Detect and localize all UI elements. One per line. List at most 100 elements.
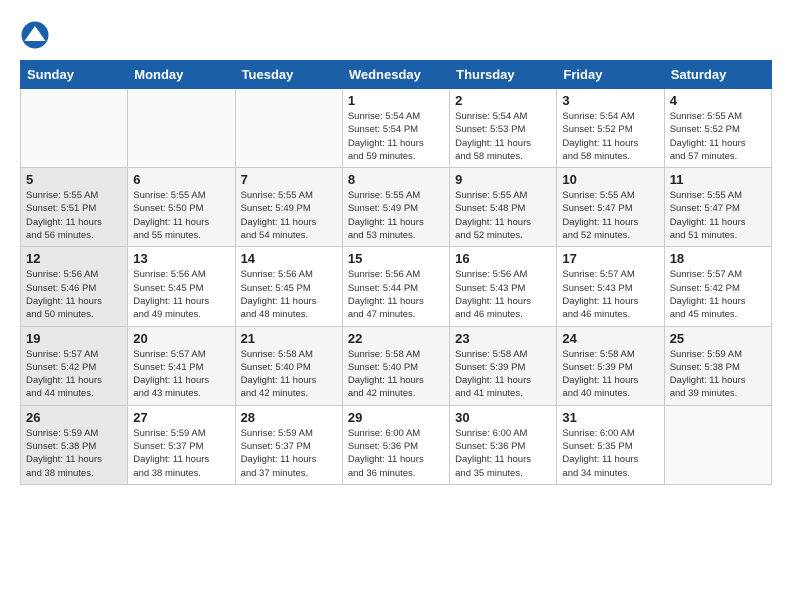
day-info: Sunrise: 5:54 AM Sunset: 5:54 PM Dayligh… — [348, 110, 444, 163]
day-info: Sunrise: 5:56 AM Sunset: 5:45 PM Dayligh… — [133, 268, 229, 321]
calendar-table: SundayMondayTuesdayWednesdayThursdayFrid… — [20, 60, 772, 485]
day-of-week-header: Sunday — [21, 61, 128, 89]
calendar-header-row: SundayMondayTuesdayWednesdayThursdayFrid… — [21, 61, 772, 89]
day-info: Sunrise: 5:55 AM Sunset: 5:50 PM Dayligh… — [133, 189, 229, 242]
day-number: 16 — [455, 251, 551, 266]
calendar-day-cell: 2 Sunrise: 5:54 AM Sunset: 5:53 PM Daylig… — [450, 89, 557, 168]
calendar-day-cell: 23 Sunrise: 5:58 AM Sunset: 5:39 PM Dayli… — [450, 326, 557, 405]
day-number: 24 — [562, 331, 658, 346]
day-number: 5 — [26, 172, 122, 187]
day-info: Sunrise: 5:54 AM Sunset: 5:52 PM Dayligh… — [562, 110, 658, 163]
day-number: 6 — [133, 172, 229, 187]
day-number: 4 — [670, 93, 766, 108]
calendar-day-cell: 1 Sunrise: 5:54 AM Sunset: 5:54 PM Daylig… — [342, 89, 449, 168]
day-info: Sunrise: 5:55 AM Sunset: 5:52 PM Dayligh… — [670, 110, 766, 163]
day-info: Sunrise: 5:58 AM Sunset: 5:40 PM Dayligh… — [241, 348, 337, 401]
calendar-day-cell: 17 Sunrise: 5:57 AM Sunset: 5:43 PM Dayli… — [557, 247, 664, 326]
calendar-day-cell: 24 Sunrise: 5:58 AM Sunset: 5:39 PM Dayli… — [557, 326, 664, 405]
day-info: Sunrise: 5:58 AM Sunset: 5:40 PM Dayligh… — [348, 348, 444, 401]
calendar-day-cell: 7 Sunrise: 5:55 AM Sunset: 5:49 PM Daylig… — [235, 168, 342, 247]
calendar-day-cell: 31 Sunrise: 6:00 AM Sunset: 5:35 PM Dayli… — [557, 405, 664, 484]
day-of-week-header: Friday — [557, 61, 664, 89]
day-info: Sunrise: 6:00 AM Sunset: 5:35 PM Dayligh… — [562, 427, 658, 480]
calendar-day-cell: 19 Sunrise: 5:57 AM Sunset: 5:42 PM Dayli… — [21, 326, 128, 405]
day-info: Sunrise: 5:58 AM Sunset: 5:39 PM Dayligh… — [455, 348, 551, 401]
day-info: Sunrise: 5:55 AM Sunset: 5:49 PM Dayligh… — [348, 189, 444, 242]
calendar-day-cell: 12 Sunrise: 5:56 AM Sunset: 5:46 PM Dayli… — [21, 247, 128, 326]
day-info: Sunrise: 5:54 AM Sunset: 5:53 PM Dayligh… — [455, 110, 551, 163]
calendar-day-cell: 3 Sunrise: 5:54 AM Sunset: 5:52 PM Daylig… — [557, 89, 664, 168]
day-number: 26 — [26, 410, 122, 425]
day-number: 8 — [348, 172, 444, 187]
calendar-day-cell: 13 Sunrise: 5:56 AM Sunset: 5:45 PM Dayli… — [128, 247, 235, 326]
day-info: Sunrise: 5:59 AM Sunset: 5:37 PM Dayligh… — [241, 427, 337, 480]
calendar-day-cell: 15 Sunrise: 5:56 AM Sunset: 5:44 PM Dayli… — [342, 247, 449, 326]
day-info: Sunrise: 5:57 AM Sunset: 5:41 PM Dayligh… — [133, 348, 229, 401]
day-info: Sunrise: 5:57 AM Sunset: 5:43 PM Dayligh… — [562, 268, 658, 321]
calendar-day-cell — [664, 405, 771, 484]
day-info: Sunrise: 5:55 AM Sunset: 5:51 PM Dayligh… — [26, 189, 122, 242]
calendar-day-cell: 5 Sunrise: 5:55 AM Sunset: 5:51 PM Daylig… — [21, 168, 128, 247]
calendar-week-row: 12 Sunrise: 5:56 AM Sunset: 5:46 PM Dayli… — [21, 247, 772, 326]
day-number: 27 — [133, 410, 229, 425]
day-of-week-header: Tuesday — [235, 61, 342, 89]
day-number: 31 — [562, 410, 658, 425]
day-number: 22 — [348, 331, 444, 346]
calendar-day-cell: 14Sunrise: 5:56 AM Sunset: 5:45 PM Dayli… — [235, 247, 342, 326]
day-info: Sunrise: 5:55 AM Sunset: 5:47 PM Dayligh… — [670, 189, 766, 242]
day-number: 1 — [348, 93, 444, 108]
day-number: 21 — [241, 331, 337, 346]
day-of-week-header: Monday — [128, 61, 235, 89]
day-number: 12 — [26, 251, 122, 266]
calendar-day-cell: 25 Sunrise: 5:59 AM Sunset: 5:38 PM Dayli… — [664, 326, 771, 405]
day-number: 28 — [241, 410, 337, 425]
day-number: 25 — [670, 331, 766, 346]
day-number: 19 — [26, 331, 122, 346]
day-number: 2 — [455, 93, 551, 108]
calendar-day-cell: 6 Sunrise: 5:55 AM Sunset: 5:50 PM Daylig… — [128, 168, 235, 247]
day-number: 30 — [455, 410, 551, 425]
day-info: Sunrise: 5:55 AM Sunset: 5:49 PM Dayligh… — [241, 189, 337, 242]
calendar-day-cell: 30 Sunrise: 6:00 AM Sunset: 5:36 PM Dayli… — [450, 405, 557, 484]
day-info: Sunrise: 5:57 AM Sunset: 5:42 PM Dayligh… — [26, 348, 122, 401]
day-info: Sunrise: 5:56 AM Sunset: 5:44 PM Dayligh… — [348, 268, 444, 321]
logo-icon — [20, 20, 50, 50]
calendar-day-cell: 9 Sunrise: 5:55 AM Sunset: 5:48 PM Daylig… — [450, 168, 557, 247]
day-number: 17 — [562, 251, 658, 266]
calendar-day-cell: 21 Sunrise: 5:58 AM Sunset: 5:40 PM Dayli… — [235, 326, 342, 405]
calendar-week-row: 5 Sunrise: 5:55 AM Sunset: 5:51 PM Daylig… — [21, 168, 772, 247]
day-info: Sunrise: 5:56 AM Sunset: 5:45 PM Dayligh… — [241, 268, 337, 321]
day-number: 23 — [455, 331, 551, 346]
day-of-week-header: Wednesday — [342, 61, 449, 89]
day-number: 15 — [348, 251, 444, 266]
calendar-day-cell: 26 Sunrise: 5:59 AM Sunset: 5:38 PM Dayli… — [21, 405, 128, 484]
day-number: 3 — [562, 93, 658, 108]
calendar-day-cell: 10Sunrise: 5:55 AM Sunset: 5:47 PM Dayli… — [557, 168, 664, 247]
day-info: Sunrise: 5:59 AM Sunset: 5:37 PM Dayligh… — [133, 427, 229, 480]
day-info: Sunrise: 5:55 AM Sunset: 5:48 PM Dayligh… — [455, 189, 551, 242]
day-number: 29 — [348, 410, 444, 425]
calendar-day-cell — [21, 89, 128, 168]
page-header — [20, 20, 772, 50]
calendar-day-cell: 20Sunrise: 5:57 AM Sunset: 5:41 PM Dayli… — [128, 326, 235, 405]
calendar-day-cell: 16Sunrise: 5:56 AM Sunset: 5:43 PM Dayli… — [450, 247, 557, 326]
calendar-day-cell: 28 Sunrise: 5:59 AM Sunset: 5:37 PM Dayli… — [235, 405, 342, 484]
day-info: Sunrise: 6:00 AM Sunset: 5:36 PM Dayligh… — [455, 427, 551, 480]
day-of-week-header: Thursday — [450, 61, 557, 89]
day-number: 9 — [455, 172, 551, 187]
calendar-day-cell: 4 Sunrise: 5:55 AM Sunset: 5:52 PM Daylig… — [664, 89, 771, 168]
calendar-day-cell: 22 Sunrise: 5:58 AM Sunset: 5:40 PM Dayli… — [342, 326, 449, 405]
day-number: 13 — [133, 251, 229, 266]
day-info: Sunrise: 6:00 AM Sunset: 5:36 PM Dayligh… — [348, 427, 444, 480]
day-of-week-header: Saturday — [664, 61, 771, 89]
day-number: 7 — [241, 172, 337, 187]
calendar-day-cell — [128, 89, 235, 168]
day-info: Sunrise: 5:56 AM Sunset: 5:46 PM Dayligh… — [26, 268, 122, 321]
calendar-week-row: 26 Sunrise: 5:59 AM Sunset: 5:38 PM Dayli… — [21, 405, 772, 484]
calendar-week-row: 19 Sunrise: 5:57 AM Sunset: 5:42 PM Dayli… — [21, 326, 772, 405]
calendar-day-cell: 27 Sunrise: 5:59 AM Sunset: 5:37 PM Dayli… — [128, 405, 235, 484]
day-info: Sunrise: 5:58 AM Sunset: 5:39 PM Dayligh… — [562, 348, 658, 401]
day-info: Sunrise: 5:59 AM Sunset: 5:38 PM Dayligh… — [26, 427, 122, 480]
day-number: 18 — [670, 251, 766, 266]
day-info: Sunrise: 5:59 AM Sunset: 5:38 PM Dayligh… — [670, 348, 766, 401]
